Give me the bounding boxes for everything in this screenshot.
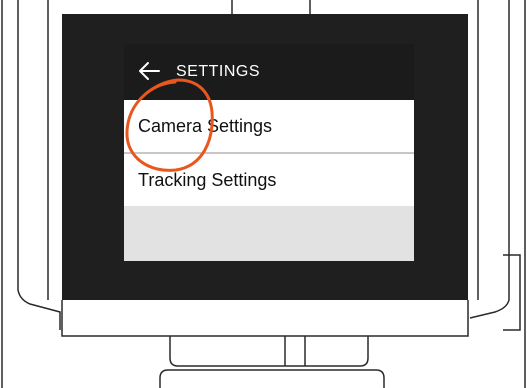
page-title: SETTINGS bbox=[176, 63, 261, 80]
menu-item-camera-settings[interactable]: Camera Settings bbox=[124, 100, 414, 154]
device-screen: SETTINGS Camera Settings Tracking Settin… bbox=[124, 44, 414, 261]
settings-header: SETTINGS bbox=[124, 44, 414, 100]
menu-item-label: Tracking Settings bbox=[138, 169, 277, 190]
menu-item-label: Camera Settings bbox=[138, 115, 273, 136]
menu-item-tracking-settings[interactable]: Tracking Settings bbox=[124, 154, 414, 206]
back-button[interactable] bbox=[136, 58, 162, 84]
arrow-left-icon bbox=[139, 62, 160, 80]
